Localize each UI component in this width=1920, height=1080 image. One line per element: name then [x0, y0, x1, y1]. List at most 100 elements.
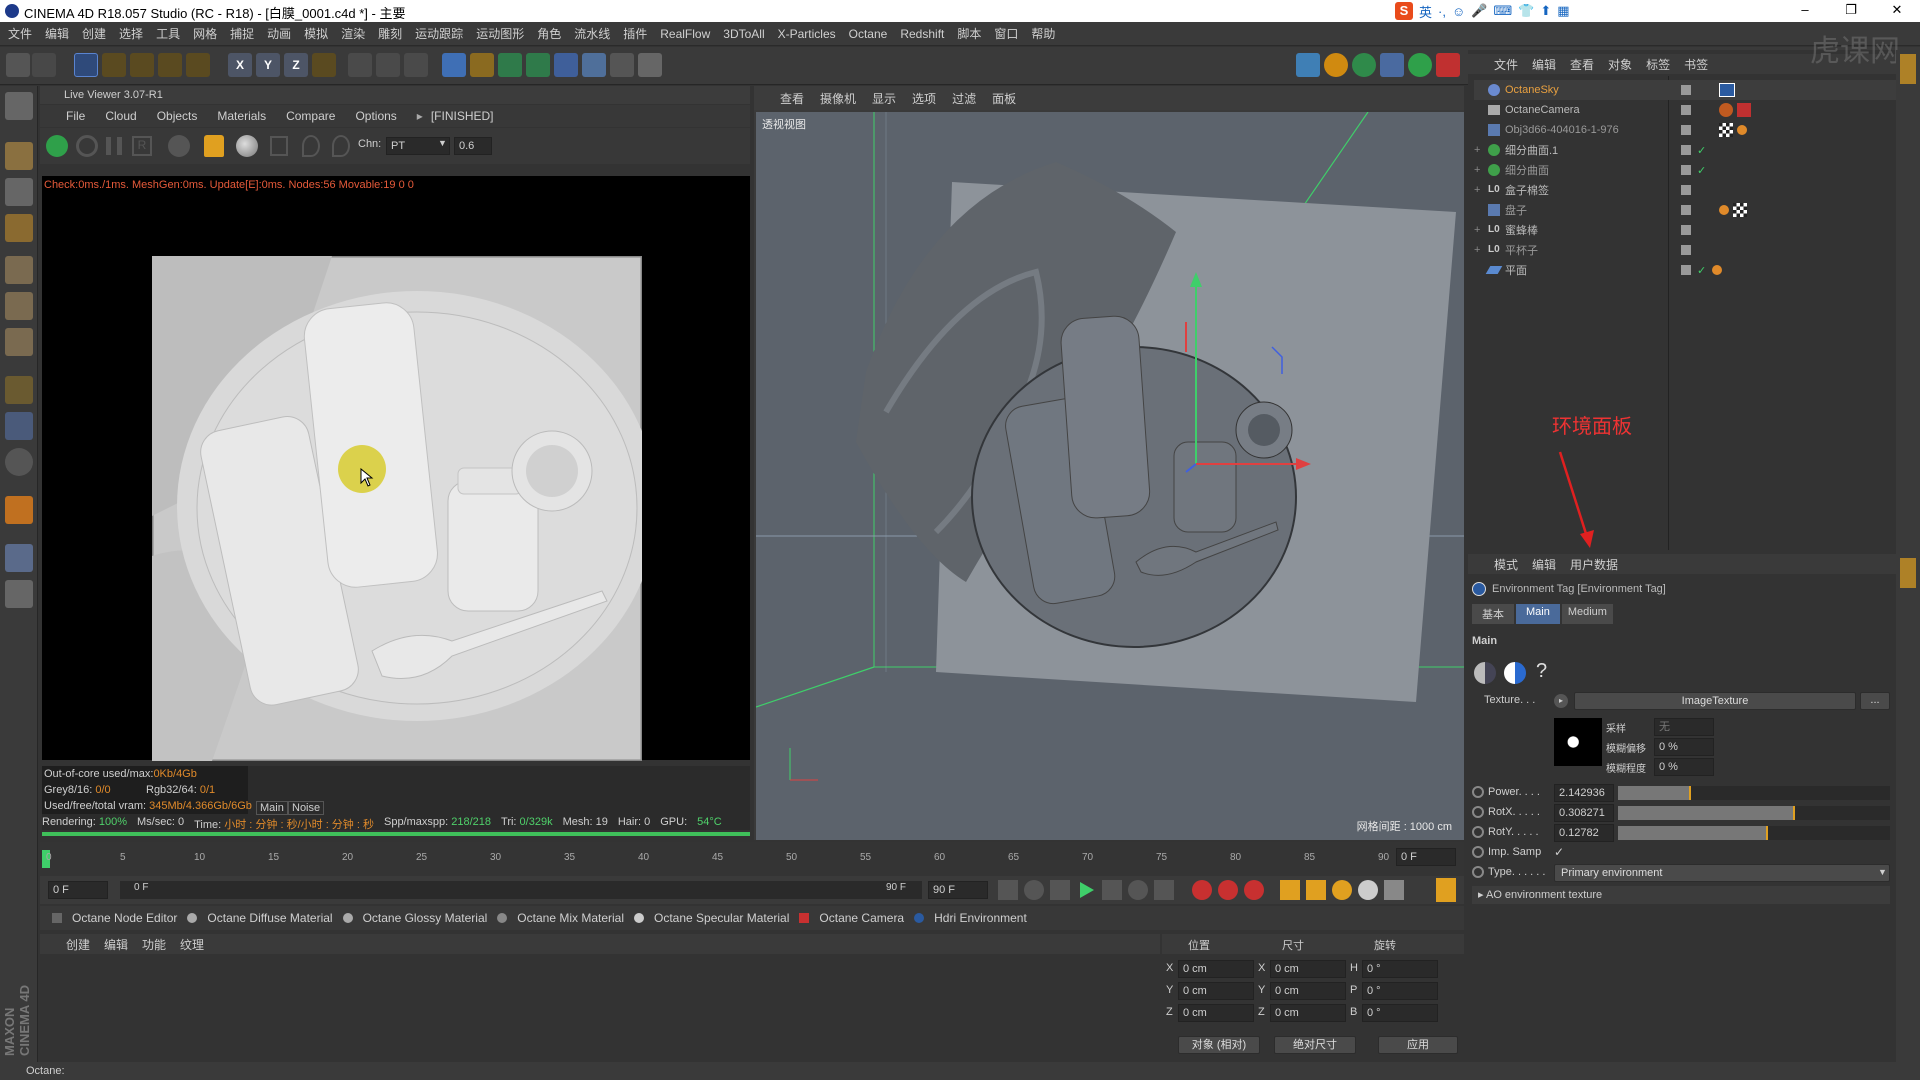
render-picture-viewer-icon[interactable] — [376, 53, 400, 77]
object-name[interactable]: Obj3d66-404016-1-976 — [1505, 124, 1645, 136]
render-output[interactable]: Check:0ms./1ms. MeshGen:0ms. Update[E]:0… — [42, 176, 750, 761]
settings-gear-icon[interactable] — [168, 135, 190, 157]
record-keyframe-icon[interactable] — [1192, 880, 1212, 900]
ime-keyboard-icon[interactable]: ⌨ — [1493, 3, 1512, 19]
prev-key-icon[interactable] — [1024, 880, 1044, 900]
menu-window[interactable]: 窗口 — [994, 25, 1018, 42]
object-row[interactable]: + L0 盒子棉签 — [1474, 180, 1914, 200]
om-menu-file[interactable]: 文件 — [1494, 56, 1518, 73]
scale-icon[interactable] — [130, 53, 154, 77]
vp-menu-filter[interactable]: 过滤 — [952, 90, 976, 107]
om-menu-bookmarks[interactable]: 书签 — [1684, 56, 1708, 73]
enabled-check-icon[interactable]: ✓ — [1697, 144, 1706, 157]
render-settings-icon[interactable] — [404, 53, 428, 77]
menu-select[interactable]: 选择 — [119, 25, 143, 42]
visibility-icon[interactable] — [1681, 205, 1691, 215]
imp-samp-keyframe-icon[interactable] — [1472, 846, 1484, 858]
tab-main[interactable]: Main — [1516, 604, 1560, 624]
pick-material-icon[interactable] — [332, 135, 350, 157]
visibility-icon[interactable] — [1681, 105, 1691, 115]
prev-frame-icon[interactable] — [1050, 880, 1070, 900]
lv-menu-objects[interactable]: Objects — [157, 109, 198, 123]
ime-punct[interactable]: ·, — [1438, 4, 1446, 19]
octane-material-icon[interactable] — [1380, 53, 1404, 77]
menu-sculpt[interactable]: 雕刻 — [378, 25, 402, 42]
magnet-icon[interactable] — [5, 496, 33, 524]
timeline-window-icon[interactable] — [1436, 878, 1456, 902]
node-mode-icon[interactable] — [1472, 660, 1498, 686]
region-render-icon[interactable]: R — [132, 136, 152, 156]
om-menu-tags[interactable]: 标签 — [1646, 56, 1670, 73]
visibility-icon[interactable] — [1681, 265, 1691, 275]
ime-skin-icon[interactable]: 👕 — [1518, 3, 1534, 19]
edges-mode-icon[interactable] — [5, 292, 33, 320]
go-to-end-icon[interactable] — [1154, 880, 1174, 900]
environment-mode-icon[interactable] — [1502, 660, 1528, 686]
octane-live-viewer-icon[interactable] — [1352, 53, 1376, 77]
visibility-icon[interactable] — [1681, 245, 1691, 255]
material-tag-icon[interactable] — [1719, 123, 1733, 137]
expand-toggle[interactable]: + — [1474, 164, 1488, 176]
ime-lang[interactable]: 英 — [1419, 2, 1432, 21]
stat-tab-main[interactable]: Main — [256, 801, 288, 815]
size-mode-dropdown[interactable]: 绝对尺寸 — [1274, 1036, 1356, 1054]
object-name[interactable]: 细分曲面 — [1505, 162, 1645, 178]
menu-animate[interactable]: 动画 — [267, 25, 291, 42]
om-menu-view[interactable]: 查看 — [1570, 56, 1594, 73]
lv-menu-file[interactable]: File — [66, 109, 85, 123]
ime-grid-icon[interactable]: ▦ — [1557, 3, 1569, 19]
rotx-slider[interactable] — [1618, 806, 1890, 820]
coord-value-field[interactable]: 0 cm — [1178, 1004, 1254, 1022]
move-icon[interactable] — [102, 53, 126, 77]
dock-tab-objects[interactable] — [1900, 54, 1916, 84]
rotx-field[interactable]: 0.308271 — [1554, 804, 1614, 822]
camera-tag-icon[interactable] — [1719, 103, 1733, 117]
next-key-icon[interactable] — [1128, 880, 1148, 900]
menu-realflow[interactable]: RealFlow — [660, 27, 710, 41]
menu-plugins[interactable]: 插件 — [623, 25, 647, 42]
mm-menu-texture[interactable]: 纹理 — [180, 936, 204, 953]
blur-offset-field[interactable]: 0 % — [1654, 738, 1714, 756]
object-row[interactable]: OctaneSky — [1474, 80, 1914, 100]
autokey-icon[interactable] — [1218, 880, 1238, 900]
next-frame-icon[interactable] — [1102, 880, 1122, 900]
coord-value-field[interactable]: 0 ° — [1362, 960, 1438, 978]
visibility-icon[interactable] — [1681, 125, 1691, 135]
start-frame-field[interactable]: 0 F — [48, 881, 108, 899]
key-param-icon[interactable] — [1358, 880, 1378, 900]
ime-emoji-icon[interactable]: ☺ — [1452, 4, 1465, 19]
add-icon[interactable] — [186, 53, 210, 77]
roty-field[interactable]: 0.12782 — [1554, 824, 1614, 842]
menu-tools[interactable]: 工具 — [156, 25, 180, 42]
coord-mode-dropdown[interactable]: 对象 (相对) — [1178, 1036, 1260, 1054]
menu-mograph[interactable]: 运动图形 — [476, 25, 524, 42]
key-scale-icon[interactable] — [1306, 880, 1326, 900]
object-name[interactable]: 蜜蜂棒 — [1505, 222, 1645, 238]
viewport-canvas[interactable]: 透视视图 网格间距 : 1000 cm — [756, 112, 1464, 840]
object-row[interactable]: 盘子 — [1474, 200, 1914, 220]
expand-toggle[interactable]: + — [1474, 144, 1488, 156]
visibility-icon[interactable] — [1681, 185, 1691, 195]
menu-create[interactable]: 创建 — [82, 25, 106, 42]
imp-samp-checkbox[interactable]: ✓ — [1554, 845, 1564, 859]
lv-menu-compare[interactable]: Compare — [286, 109, 335, 123]
model-mode-icon[interactable] — [5, 142, 33, 170]
mm-menu-edit[interactable]: 编辑 — [104, 936, 128, 953]
axis-mode-icon[interactable] — [5, 376, 33, 404]
vp-menu-panel[interactable]: 面板 — [992, 90, 1016, 107]
vp-menu-view[interactable]: 查看 — [780, 90, 804, 107]
coord-value-field[interactable]: 0 cm — [1178, 960, 1254, 978]
lock-workplane-icon[interactable] — [5, 580, 33, 608]
octane-s-icon[interactable] — [1324, 53, 1348, 77]
end-frame-field[interactable]: 90 F — [928, 881, 988, 899]
pick-focus-icon[interactable] — [302, 135, 320, 157]
object-name[interactable]: 平面 — [1505, 262, 1645, 278]
keyframe-selection-icon[interactable] — [1244, 880, 1264, 900]
texture-mode-icon[interactable] — [5, 178, 33, 206]
menu-character[interactable]: 角色 — [537, 25, 561, 42]
octane-node-editor-icon[interactable] — [1436, 53, 1460, 77]
render-view-icon[interactable] — [348, 53, 372, 77]
x-axis-lock-button[interactable]: X — [228, 53, 252, 77]
object-name[interactable]: 细分曲面.1 — [1505, 142, 1645, 158]
roty-keyframe-icon[interactable] — [1472, 826, 1484, 838]
